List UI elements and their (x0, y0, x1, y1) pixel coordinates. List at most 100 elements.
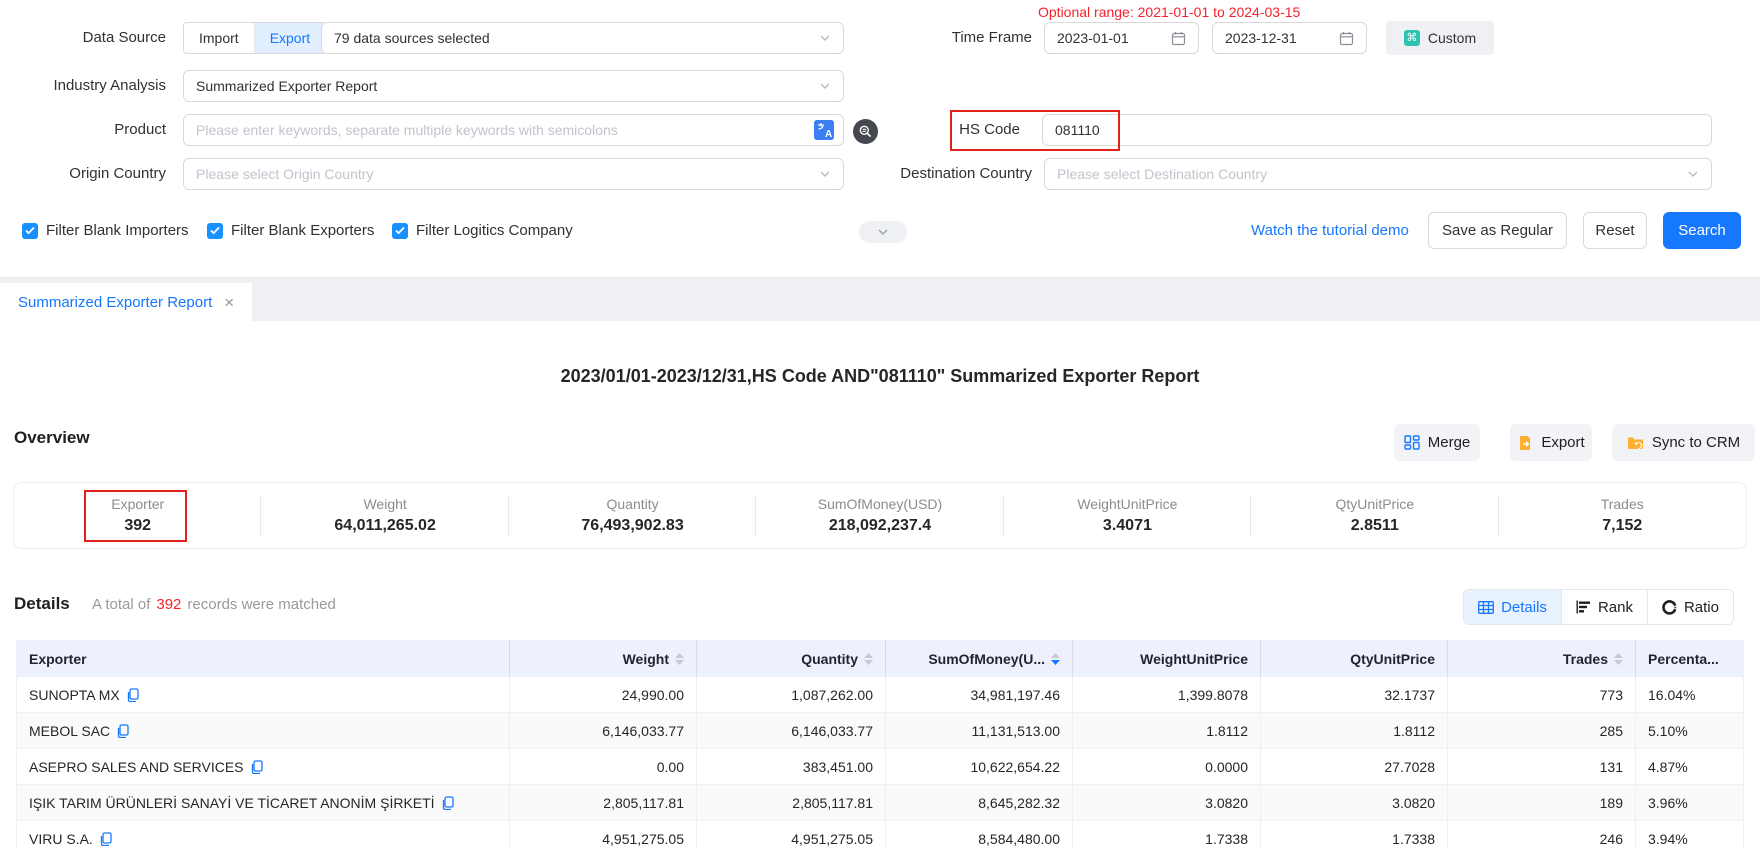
col-trades[interactable]: Trades (1448, 640, 1636, 677)
translate-icon[interactable]: A (814, 120, 834, 140)
sort-control[interactable] (864, 653, 873, 665)
hs-code-input[interactable] (1042, 114, 1712, 146)
chevron-down-icon (877, 226, 889, 238)
match-suffix: records were matched (187, 596, 335, 613)
data-sources-value: 79 data sources selected (334, 30, 811, 46)
view-ratio-button[interactable]: Ratio (1647, 590, 1733, 624)
column-label: Percenta... (1648, 651, 1719, 667)
view-details-label: Details (1501, 599, 1547, 616)
expand-filters-toggle[interactable] (859, 221, 907, 243)
col-exporter[interactable]: Exporter (17, 640, 510, 677)
tab-label: Summarized Exporter Report (18, 294, 212, 311)
quantity-cell: 4,951,275.05 (697, 821, 886, 849)
tutorial-demo-link[interactable]: Watch the tutorial demo (1251, 222, 1409, 239)
industry-analysis-select[interactable]: Summarized Exporter Report (183, 70, 844, 102)
reset-button[interactable]: Reset (1583, 212, 1647, 249)
trades-cell: 285 (1448, 713, 1636, 748)
weight-cell: 4,951,275.05 (510, 821, 697, 849)
view-switcher: Details Rank Ratio (1463, 589, 1734, 625)
data-source-label: Data Source (0, 22, 166, 54)
col-weight-unit-price[interactable]: WeightUnitPrice (1073, 640, 1261, 677)
industry-analysis-value: Summarized Exporter Report (196, 78, 811, 94)
filter-blank-importers-checkbox[interactable]: Filter Blank Importers (22, 222, 189, 239)
view-rank-button[interactable]: Rank (1561, 590, 1647, 624)
chevron-down-icon (1687, 168, 1699, 180)
quantity-cell: 6,146,033.77 (697, 713, 886, 748)
custom-icon: ⌘ (1404, 30, 1420, 46)
checkbox-label: Filter Blank Importers (46, 222, 189, 239)
close-icon[interactable]: × (224, 294, 234, 311)
contact-icon[interactable] (127, 688, 139, 702)
calendar-icon[interactable] (1171, 31, 1186, 46)
percentage-cell: 16.04% (1636, 677, 1741, 712)
percentage-cell: 5.10% (1636, 713, 1741, 748)
weight-cell: 24,990.00 (510, 677, 697, 712)
destination-country-select[interactable]: Please select Destination Country (1044, 158, 1712, 190)
checkbox-checked-icon (22, 223, 38, 239)
stat-value: 2.8511 (1351, 517, 1399, 535)
end-date-input[interactable]: 2023-12-31 (1212, 22, 1367, 54)
stat-label: Quantity (606, 496, 658, 512)
save-as-regular-button[interactable]: Save as Regular (1428, 212, 1567, 249)
merge-label: Merge (1428, 434, 1471, 451)
sort-control-active-desc[interactable] (1051, 653, 1060, 665)
col-quantity[interactable]: Quantity (697, 640, 886, 677)
merge-icon (1404, 435, 1420, 451)
col-weight[interactable]: Weight (510, 640, 697, 677)
exporter-cell: ASEPRO SALES AND SERVICES (17, 749, 510, 784)
export-button[interactable]: Export (1510, 424, 1592, 461)
contact-icon[interactable] (251, 760, 263, 774)
chevron-down-icon (819, 80, 831, 92)
quantity-cell: 2,805,117.81 (697, 785, 886, 820)
destination-country-label: Destination Country (860, 158, 1032, 190)
percentage-cell: 3.96% (1636, 785, 1741, 820)
col-percentage[interactable]: Percenta... (1636, 640, 1741, 677)
start-date-value: 2023-01-01 (1057, 30, 1163, 46)
filter-logistics-company-checkbox[interactable]: Filter Logitics Company (392, 222, 573, 239)
view-details-button[interactable]: Details (1464, 590, 1561, 624)
stat-label: SumOfMoney(USD) (818, 496, 942, 512)
import-toggle[interactable]: Import (184, 23, 254, 53)
stat-value: 7,152 (1602, 517, 1642, 535)
data-sources-select[interactable]: 79 data sources selected (321, 22, 844, 54)
filter-blank-exporters-checkbox[interactable]: Filter Blank Exporters (207, 222, 374, 239)
sort-control[interactable] (1614, 653, 1623, 665)
weight-cell: 0.00 (510, 749, 697, 784)
table-row: VIRU S.A. 4,951,275.05 4,951,275.05 8,58… (17, 821, 1743, 849)
search-button[interactable]: Search (1663, 212, 1741, 249)
product-keywords-input[interactable] (183, 114, 844, 146)
contact-icon[interactable] (117, 724, 129, 738)
contact-icon[interactable] (100, 832, 112, 846)
exporter-name: IŞIK TARIM ÜRÜNLERİ SANAYİ VE TİCARET AN… (29, 795, 435, 811)
exporter-name: ASEPRO SALES AND SERVICES (29, 759, 244, 775)
ratio-donut-icon (1662, 600, 1677, 615)
merge-button[interactable]: Merge (1394, 424, 1480, 461)
end-date-value: 2023-12-31 (1225, 30, 1331, 46)
table-row: ASEPRO SALES AND SERVICES 0.00 383,451.0… (17, 749, 1743, 785)
start-date-input[interactable]: 2023-01-01 (1044, 22, 1199, 54)
tab-summarized-exporter-report[interactable]: Summarized Exporter Report × (0, 283, 252, 322)
details-table-icon (1478, 601, 1494, 614)
export-icon (1517, 435, 1533, 451)
time-frame-label: Time Frame (860, 22, 1032, 54)
sort-control[interactable] (675, 653, 684, 665)
custom-range-button[interactable]: ⌘ Custom (1386, 21, 1494, 55)
stat-label: Weight (363, 496, 406, 512)
calendar-icon[interactable] (1339, 31, 1354, 46)
weight-unit-price-cell: 3.0820 (1073, 785, 1261, 820)
table-row: SUNOPTA MX 24,990.00 1,087,262.00 34,981… (17, 677, 1743, 713)
stat-label: WeightUnitPrice (1077, 496, 1177, 512)
stat-label: Trades (1601, 496, 1644, 512)
table-row: IŞIK TARIM ÜRÜNLERİ SANAYİ VE TİCARET AN… (17, 785, 1743, 821)
sync-to-crm-button[interactable]: Sync to CRM (1612, 424, 1755, 461)
column-label: QtyUnitPrice (1350, 651, 1435, 667)
origin-country-select[interactable]: Please select Origin Country (183, 158, 844, 190)
col-sum-of-money[interactable]: SumOfMoney(U... (886, 640, 1073, 677)
stat-label: Exporter (111, 496, 164, 512)
export-toggle[interactable]: Export (254, 23, 325, 53)
weight-cell: 2,805,117.81 (510, 785, 697, 820)
stat-value: 218,092,237.4 (829, 517, 931, 535)
contact-icon[interactable] (442, 796, 454, 810)
qty-unit-price-cell: 1.7338 (1261, 821, 1448, 849)
col-qty-unit-price[interactable]: QtyUnitPrice (1261, 640, 1448, 677)
